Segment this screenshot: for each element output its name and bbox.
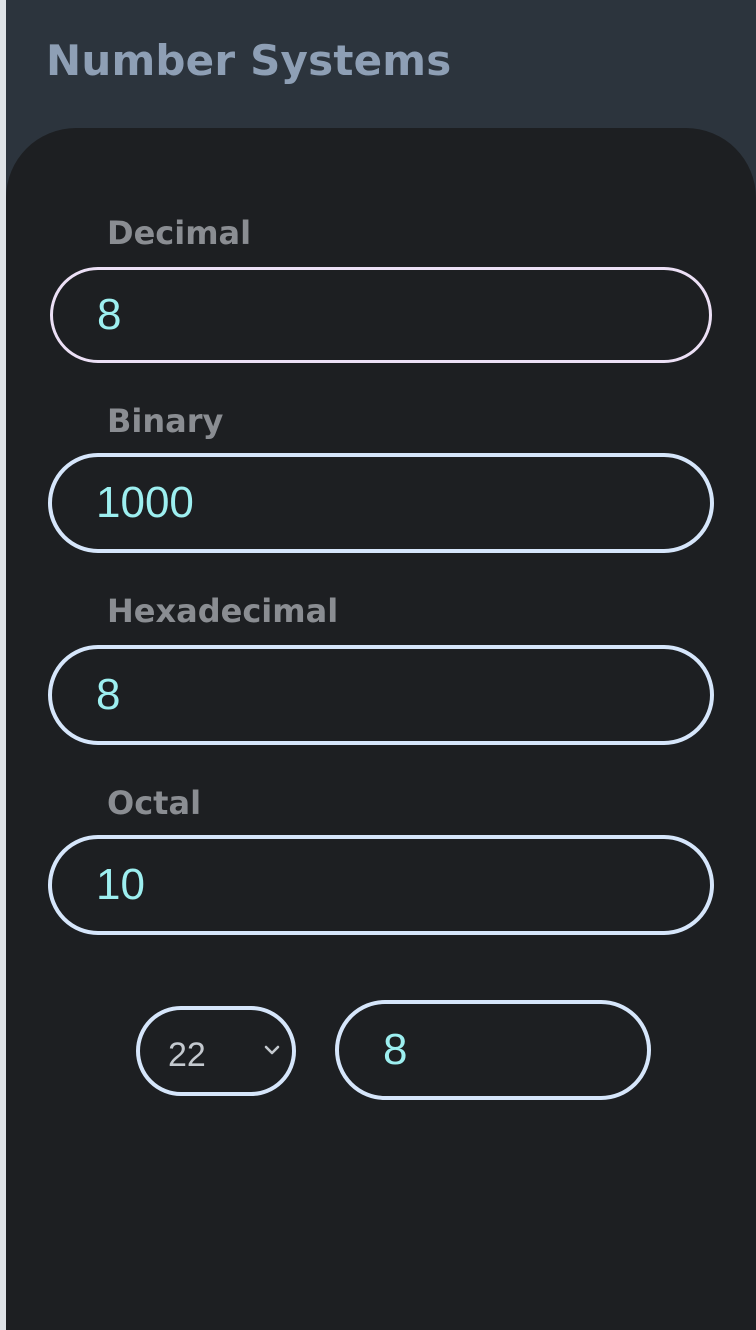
hexadecimal-input[interactable] <box>48 645 714 745</box>
octal-input[interactable] <box>48 835 714 935</box>
binary-label: Binary <box>107 402 224 440</box>
custom-base-result-input[interactable] <box>335 1000 651 1100</box>
decimal-input[interactable] <box>50 267 712 363</box>
hexadecimal-label: Hexadecimal <box>107 592 339 630</box>
base-select[interactable]: 22 <box>136 1006 296 1096</box>
header: Number Systems <box>6 0 756 140</box>
decimal-label: Decimal <box>107 214 252 252</box>
base-select-value: 22 <box>168 1036 206 1074</box>
octal-label: Octal <box>107 784 202 822</box>
page-title: Number Systems <box>46 36 452 85</box>
chevron-down-icon <box>264 1045 280 1055</box>
binary-input[interactable] <box>48 453 714 553</box>
